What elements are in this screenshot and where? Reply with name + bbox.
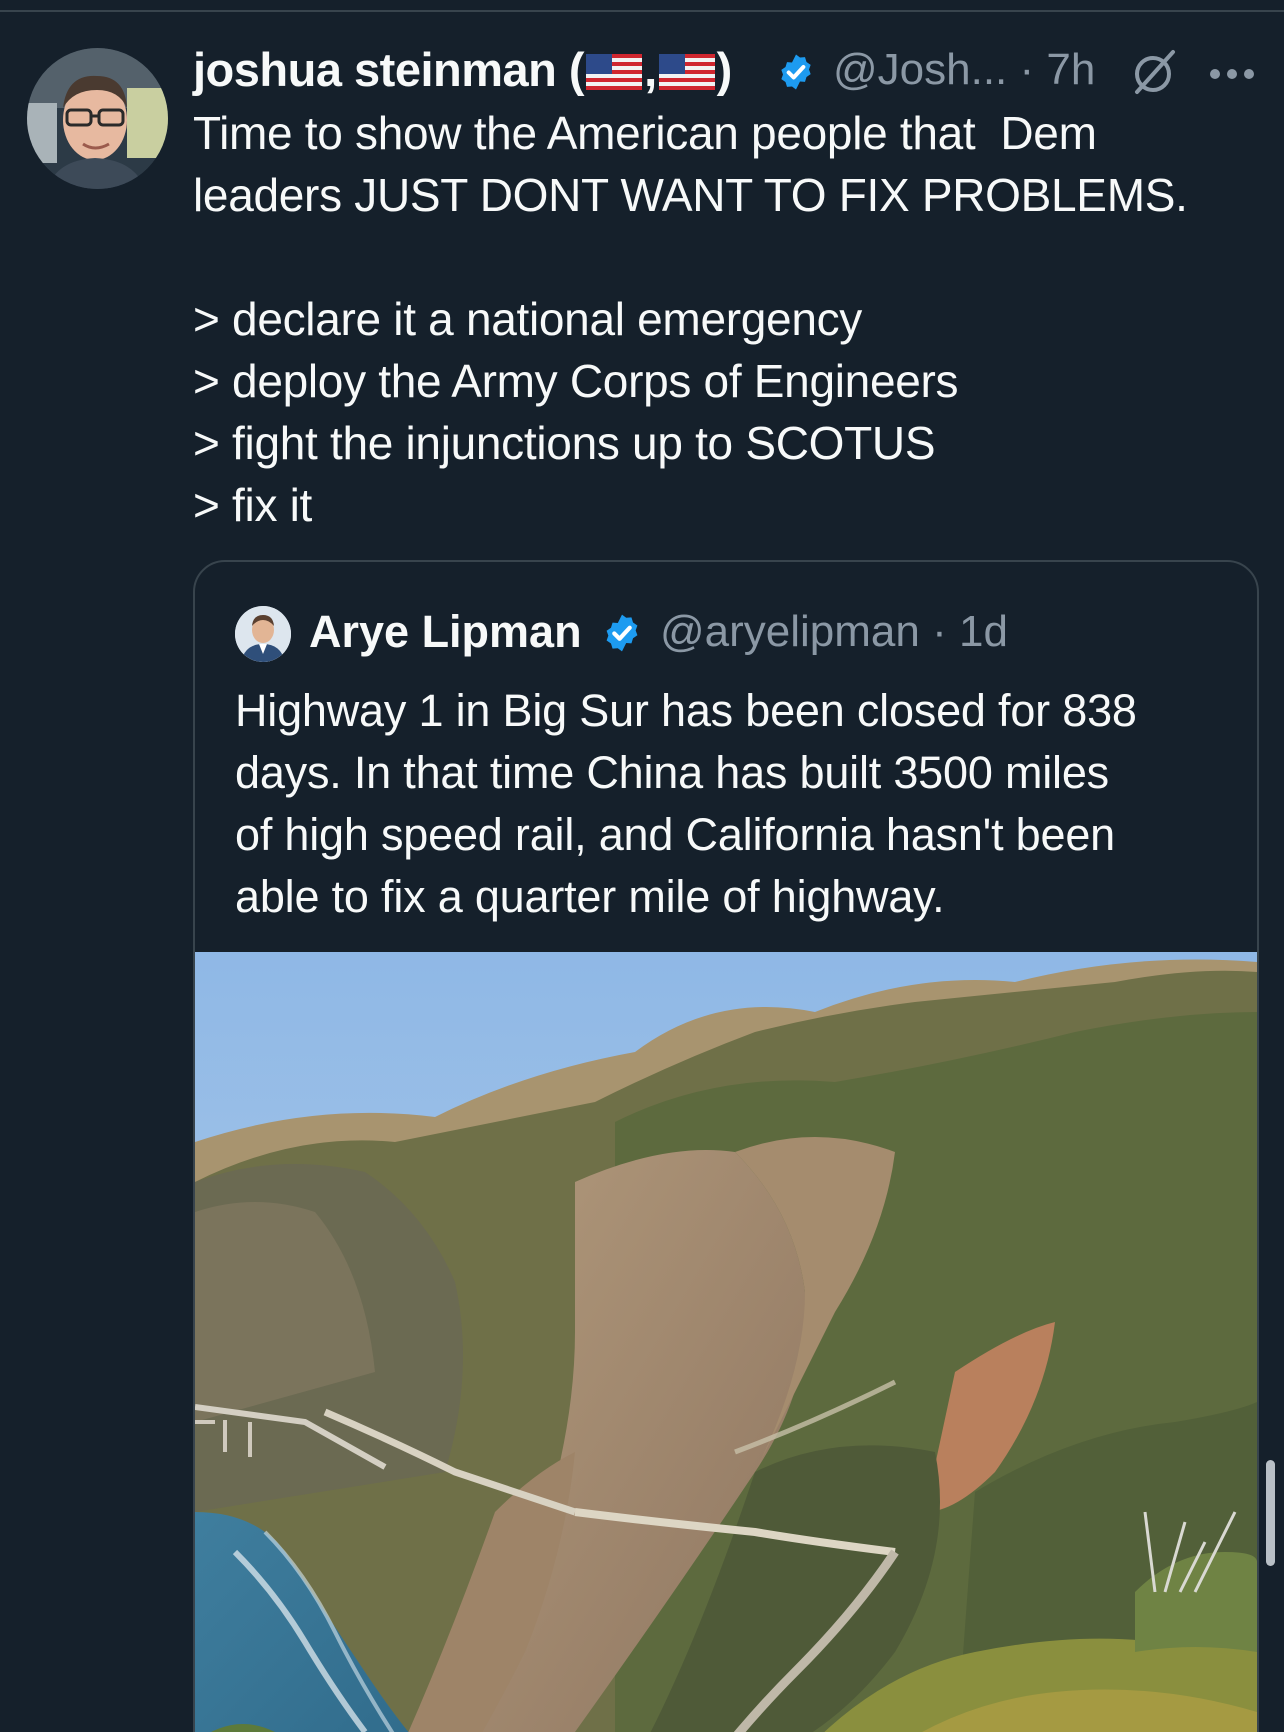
author-display-name[interactable]: joshua steinman ( , ): [193, 40, 732, 100]
verified-badge-icon: [781, 54, 811, 90]
author-handle[interactable]: @Josh...: [833, 45, 1007, 94]
quoted-text-line: Highway 1 in Big Sur has been closed for…: [235, 685, 1137, 736]
author-avatar-image: [27, 48, 168, 189]
tweet-text-line: leaders JUST DONT WANT TO FIX PROBLEMS.: [193, 169, 1188, 221]
quoted-text-line: able to fix a quarter mile of highway.: [235, 871, 945, 922]
quoted-author-handle[interactable]: @aryelipman: [660, 607, 920, 656]
quoted-handle-row: @aryelipman · 1d: [660, 602, 1008, 662]
tweet-text-line: > declare it a national emergency: [193, 293, 863, 345]
more-options-icon[interactable]: [1209, 68, 1255, 80]
quoted-text-line: of high speed rail, and California hasn'…: [235, 809, 1115, 860]
quoted-author-name[interactable]: Arye Lipman: [309, 602, 582, 662]
tweet-time[interactable]: 7h: [1046, 45, 1095, 94]
landslide-photo: [195, 952, 1257, 1732]
tweet-page: joshua steinman ( , ) @Josh... · 7h Time…: [0, 0, 1284, 1732]
quoted-tweet-photo[interactable]: [195, 952, 1257, 1732]
quoted-tweet-time[interactable]: 1d: [959, 607, 1008, 656]
display-name-comma: ,: [644, 43, 657, 96]
top-divider: [0, 10, 1284, 12]
quoted-separator: ·: [932, 607, 947, 656]
quoted-text-line: days. In that time China has built 3500 …: [235, 747, 1109, 798]
quoted-author-avatar-image: [235, 606, 291, 662]
tweet-text: Time to show the American people that De…: [193, 102, 1253, 536]
tweet-header: joshua steinman ( , ) @Josh... · 7h: [193, 40, 1263, 100]
quoted-tweet-text: Highway 1 in Big Sur has been closed for…: [235, 680, 1225, 928]
quoted-author-avatar[interactable]: [235, 606, 291, 662]
verified-badge-icon: [606, 614, 638, 652]
author-handle-row: @Josh... · 7h: [833, 40, 1095, 100]
tweet-text-line: > fix it: [193, 479, 313, 531]
grok-icon[interactable]: [1129, 48, 1179, 96]
us-flag-icon: [586, 54, 643, 90]
display-name-suffix: ): [716, 43, 733, 96]
scrollbar[interactable]: [1266, 1460, 1275, 1566]
display-name-prefix: joshua steinman (: [193, 43, 585, 96]
quoted-tweet-card[interactable]: Arye Lipman @aryelipman · 1d Highway 1 i…: [193, 560, 1259, 1732]
header-separator: ·: [1019, 45, 1035, 94]
tweet-text-line: Time to show the American people that De…: [193, 107, 1097, 159]
author-avatar[interactable]: [27, 48, 168, 189]
tweet-text-line: > fight the injunctions up to SCOTUS: [193, 417, 936, 469]
tweet-text-line: > deploy the Army Corps of Engineers: [193, 355, 959, 407]
tweet-text-line: [193, 226, 1253, 288]
us-flag-icon: [658, 54, 715, 90]
